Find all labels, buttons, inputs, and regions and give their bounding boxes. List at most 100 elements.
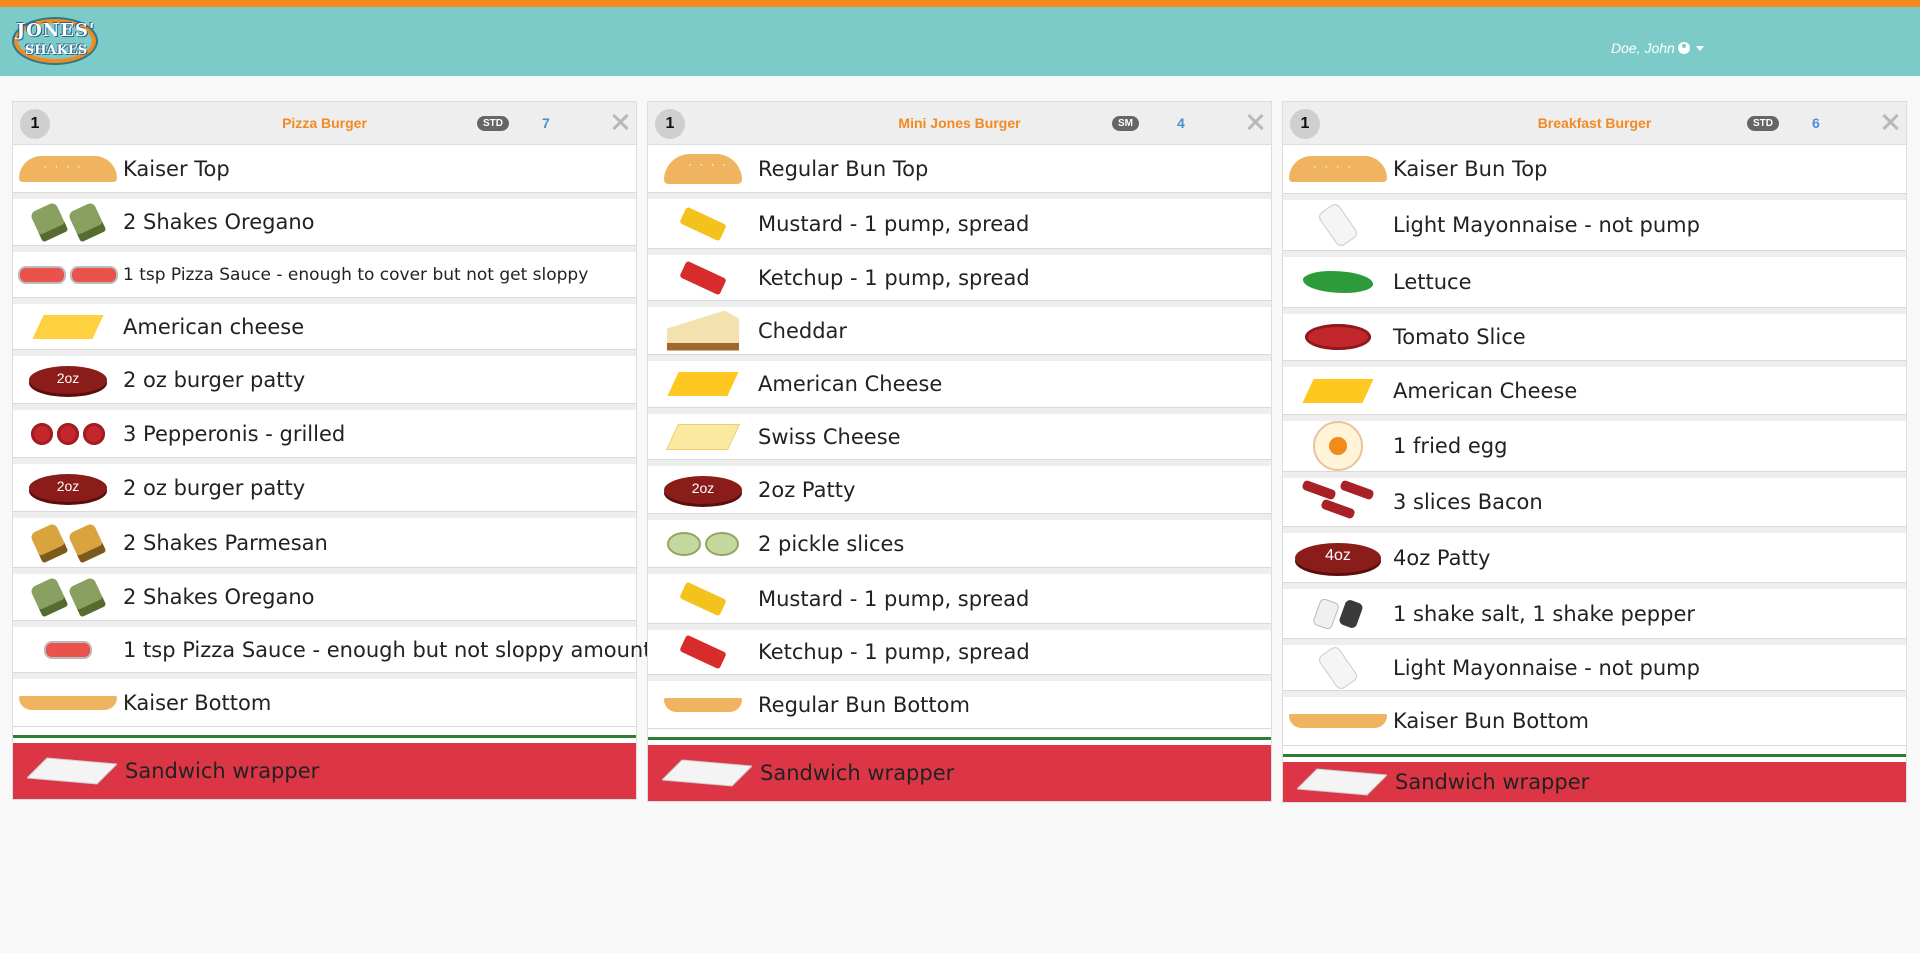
kaiser-bottom-icon [1283, 697, 1393, 745]
list-item: American Cheese [1283, 361, 1906, 415]
kaiser-bottom-icon [13, 679, 123, 726]
american-cheese-icon [1283, 367, 1393, 414]
wrapper-label: Sandwich wrapper [1395, 770, 1590, 794]
user-name: Doe, John [1611, 40, 1675, 56]
ingredient-label: Tomato Slice [1393, 325, 1526, 349]
bacon-icon [1283, 478, 1393, 526]
user-menu[interactable]: Doe, John [1611, 40, 1704, 56]
list-item: 2oz 2oz Patty [648, 460, 1271, 514]
ingredient-label: 2 oz burger patty [123, 367, 306, 392]
wrapper-sheet-icon [25, 756, 119, 786]
patty-4oz-icon: 4oz [1283, 533, 1393, 582]
ingredient-label: 4oz Patty [1393, 545, 1491, 570]
ingredient-label: Light Mayonnaise - not pump [1393, 655, 1700, 680]
ingredient-label: 3 Pepperonis - grilled [123, 421, 346, 446]
list-item: Regular Bun Bottom [648, 675, 1271, 729]
ingredient-label: 1 shake salt, 1 shake pepper [1393, 601, 1696, 626]
parmesan-shaker-icon [13, 518, 123, 567]
ingredient-label: Light Mayonnaise - not pump [1393, 213, 1700, 237]
divider [13, 735, 636, 738]
list-item: Ketchup - 1 pump, spread [648, 249, 1271, 301]
ingredient-label: Regular Bun Bottom [758, 692, 970, 717]
ingredient-label: 1 tsp Pizza Sauce - enough to cover but … [123, 264, 589, 285]
ingredient-label: Kaiser Bottom [123, 690, 272, 715]
american-cheese-icon [648, 361, 758, 407]
tomato-icon [1283, 314, 1393, 360]
patty-2oz-icon: 2oz [13, 356, 123, 403]
wrapper-row: Sandwich wrapper [1283, 762, 1906, 802]
close-icon[interactable] [610, 112, 630, 132]
list-item: Light Mayonnaise - not pump [1283, 639, 1906, 691]
jones-shakes-logo[interactable]: JONES' SHAKES [12, 17, 100, 67]
list-item: Swiss Cheese [648, 408, 1271, 460]
list-item: Kaiser Top [13, 145, 636, 193]
ingredient-label: Lettuce [1393, 270, 1472, 294]
list-item: Light Mayonnaise - not pump [1283, 194, 1906, 251]
oregano-shaker-icon [13, 574, 123, 620]
ingredient-label: 2 Shakes Oregano [123, 585, 315, 609]
list-item: Kaiser Bun Bottom [1283, 691, 1906, 746]
list-item: Tomato Slice [1283, 308, 1906, 361]
lettuce-icon [1283, 257, 1393, 307]
order-card-breakfast-burger: 1 Breakfast Burger STD 6 Kaiser Bun Top … [1282, 101, 1907, 803]
bun-bottom-icon [648, 681, 758, 728]
mustard-icon [648, 574, 758, 623]
wrapper-row: Sandwich wrapper [648, 745, 1271, 801]
pizza-sauce-icon [13, 627, 123, 672]
list-item: Kaiser Bottom [13, 673, 636, 727]
ingredient-label: 2 Shakes Oregano [123, 210, 315, 234]
list-item: Mustard - 1 pump, spread [648, 193, 1271, 249]
logo-line2: SHAKES [24, 43, 88, 58]
salt-pepper-icon [1283, 589, 1393, 638]
patty-2oz-icon: 2oz [648, 466, 758, 513]
swiss-cheese-icon [648, 414, 758, 459]
card-header: 1 Mini Jones Burger SM 4 [648, 102, 1271, 145]
list-item: 2 pickle slices [648, 514, 1271, 568]
caret-down-icon [1695, 45, 1704, 51]
ingredient-label: Kaiser Bun Bottom [1393, 709, 1590, 733]
top-accent-stripe [0, 0, 1920, 7]
divider [648, 737, 1271, 740]
logo-line1: JONES' [16, 20, 96, 41]
kaiser-top-icon [1283, 145, 1393, 193]
wrapper-label: Sandwich wrapper [760, 761, 955, 785]
list-item: 2oz 2 oz burger patty [13, 458, 636, 512]
ingredient-label: Swiss Cheese [758, 424, 901, 449]
mayo-icon [1283, 644, 1393, 691]
ingredient-label: American cheese [123, 314, 305, 339]
ingredient-label: 2 oz burger patty [123, 475, 306, 500]
ingredient-label: Regular Bun Top [758, 156, 929, 181]
mayo-icon [1283, 200, 1393, 250]
list-item: 2oz 2 oz burger patty [13, 350, 636, 404]
ingredient-label: American Cheese [758, 372, 943, 396]
pickle-icon [648, 520, 758, 567]
list-item: 1 fried egg [1283, 415, 1906, 472]
list-item: 3 Pepperonis - grilled [13, 404, 636, 458]
ingredient-label: Kaiser Top [123, 156, 230, 181]
close-icon[interactable] [1880, 112, 1900, 132]
card-header: 1 Pizza Burger STD 7 [13, 102, 636, 145]
list-item: Ketchup - 1 pump, spread [648, 624, 1271, 675]
wrapper-sheet-icon [660, 758, 754, 788]
list-item: Regular Bun Top [648, 145, 1271, 193]
divider [1283, 754, 1906, 757]
american-cheese-icon [13, 304, 123, 349]
list-item: 2 Shakes Parmesan [13, 512, 636, 568]
list-item: Cheddar [648, 301, 1271, 355]
list-item: Mustard - 1 pump, spread [648, 568, 1271, 624]
ingredient-label: Cheddar [758, 318, 848, 343]
ingredient-list: Kaiser Bun Top Light Mayonnaise - not pu… [1283, 145, 1906, 746]
egg-icon [1283, 421, 1393, 471]
pizza-sauce-icon [13, 252, 123, 297]
list-item: 1 tsp Pizza Sauce - enough but not slopp… [13, 621, 651, 673]
ingredient-label: Ketchup - 1 pump, spread [758, 640, 1030, 664]
size-badge: STD [477, 116, 509, 131]
list-item: 1 shake salt, 1 shake pepper [1283, 583, 1906, 639]
ingredient-label: Kaiser Bun Top [1393, 157, 1548, 181]
close-icon[interactable] [1245, 112, 1265, 132]
list-item: Kaiser Bun Top [1283, 145, 1906, 194]
list-item: 2 Shakes Oregano [13, 568, 636, 621]
ingredient-label: 3 slices Bacon [1393, 490, 1543, 514]
size-badge: SM [1112, 116, 1139, 131]
order-card-mini-jones-burger: 1 Mini Jones Burger SM 4 Regular Bun Top… [647, 101, 1272, 802]
